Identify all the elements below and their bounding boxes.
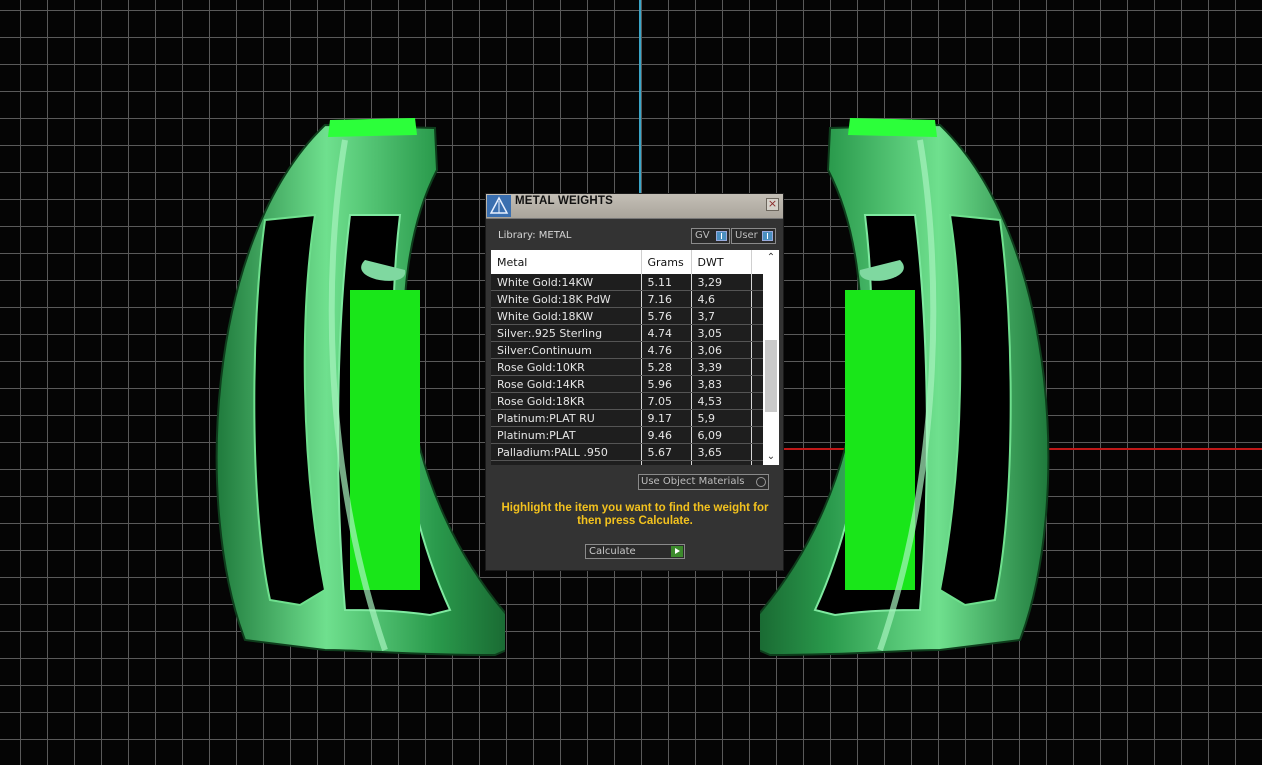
metal-cell: Platinum:PLAT — [491, 426, 642, 444]
grams-cell: 5.11 — [641, 274, 692, 291]
dwt-cell: 3,29 — [691, 274, 752, 291]
ring-model-left[interactable] — [205, 110, 505, 670]
metal-cell: Rose Gold:14KR — [491, 375, 642, 393]
dwt-cell: 3,39 — [691, 358, 752, 376]
gv-toggle[interactable]: GV — [691, 228, 730, 244]
app-logo-icon — [487, 195, 511, 217]
grams-cell: 4.76 — [641, 341, 692, 359]
dwt-cell: 3,83 — [691, 375, 752, 393]
toggle-switch-icon — [716, 231, 727, 241]
column-header-grams[interactable]: Grams — [641, 250, 692, 274]
instruction-text: Highlight the item you want to find the … — [501, 502, 769, 527]
metal-cell: Palladium:PALL .950 — [491, 443, 642, 461]
gv-toggle-label: GV — [695, 230, 710, 241]
metal-cell: Platinum:PLAT RU — [491, 409, 642, 427]
grams-cell: 5.96 — [641, 375, 692, 393]
table-row-partial[interactable] — [491, 460, 764, 465]
grams-cell: 7.05 — [641, 392, 692, 410]
table-row[interactable]: White Gold:18KW 5.76 3,7 — [491, 307, 764, 325]
user-toggle[interactable]: User — [731, 228, 776, 244]
grams-cell: 5.67 — [641, 443, 692, 461]
metal-weights-dialog: METAL WEIGHTS × Library: METAL GV User M… — [485, 193, 784, 571]
table-row[interactable]: Palladium:PALL .950 5.67 3,65 — [491, 443, 764, 461]
ring-model-right[interactable] — [760, 110, 1060, 670]
metal-table: Metal Grams DWT White Gold:14KW 5.11 3,29 … — [491, 250, 764, 465]
metal-cell: White Gold:18K PdW — [491, 290, 642, 308]
column-header-dwt[interactable]: DWT — [691, 250, 752, 274]
table-row[interactable]: Rose Gold:10KR 5.28 3,39 — [491, 358, 764, 376]
metal-cell: White Gold:18KW — [491, 307, 642, 325]
dwt-cell: 3,05 — [691, 324, 752, 342]
dwt-cell: 4,53 — [691, 392, 752, 410]
grams-cell: 9.46 — [641, 426, 692, 444]
use-object-materials-option[interactable]: Use Object Materials — [638, 474, 769, 490]
calculate-button[interactable]: Calculate — [585, 544, 685, 559]
metal-cell: Rose Gold:18KR — [491, 392, 642, 410]
close-icon: × — [767, 197, 778, 210]
scrollbar-thumb[interactable] — [765, 340, 777, 412]
metal-table-container[interactable]: Metal Grams DWT White Gold:14KW 5.11 3,29 … — [491, 250, 779, 465]
table-row[interactable]: Rose Gold:18KR 7.05 4,53 — [491, 392, 764, 410]
use-object-materials-label: Use Object Materials — [641, 476, 745, 487]
play-arrow-icon — [671, 546, 683, 557]
dwt-cell: 3,65 — [691, 443, 752, 461]
table-row[interactable]: Platinum:PLAT RU 9.17 5,9 — [491, 409, 764, 427]
dwt-cell: 3,06 — [691, 341, 752, 359]
calculate-label: Calculate — [589, 546, 636, 557]
metal-cell: White Gold:14KW — [491, 274, 642, 291]
grams-cell: 5.76 — [641, 307, 692, 325]
grams-cell: 5.28 — [641, 358, 692, 376]
y-axis-line — [639, 0, 641, 200]
library-label: Library: METAL — [498, 230, 572, 241]
scroll-up-icon[interactable]: ⌃ — [763, 250, 779, 266]
dialog-title: METAL WEIGHTS — [515, 195, 614, 207]
table-row[interactable]: White Gold:18K PdW 7.16 4,6 — [491, 290, 764, 308]
radio-icon — [756, 477, 766, 487]
dwt-cell: 3,7 — [691, 307, 752, 325]
grams-cell: 9.17 — [641, 409, 692, 427]
table-row[interactable]: Silver:Continuum 4.76 3,06 — [491, 341, 764, 359]
table-row[interactable]: Platinum:PLAT 9.46 6,09 — [491, 426, 764, 444]
table-row[interactable]: White Gold:14KW 5.11 3,29 — [491, 274, 764, 291]
user-toggle-label: User — [735, 230, 758, 241]
column-header-metal[interactable]: Metal — [491, 250, 642, 274]
table-row[interactable]: Rose Gold:14KR 5.96 3,83 — [491, 375, 764, 393]
grams-cell: 4.74 — [641, 324, 692, 342]
dwt-cell: 4,6 — [691, 290, 752, 308]
toggle-switch-icon — [762, 231, 773, 241]
grams-cell: 7.16 — [641, 290, 692, 308]
dialog-titlebar[interactable]: METAL WEIGHTS × — [486, 194, 783, 219]
metal-cell: Silver:.925 Sterling — [491, 324, 642, 342]
column-header-spacer — [751, 250, 764, 274]
scroll-down-icon[interactable]: ⌄ — [763, 449, 779, 465]
table-row[interactable]: Silver:.925 Sterling 4.74 3,05 — [491, 324, 764, 342]
metal-cell: Silver:Continuum — [491, 341, 642, 359]
table-scrollbar[interactable]: ⌃ ⌄ — [763, 250, 779, 465]
metal-cell: Rose Gold:10KR — [491, 358, 642, 376]
dwt-cell: 5,9 — [691, 409, 752, 427]
dwt-cell: 6,09 — [691, 426, 752, 444]
close-button[interactable]: × — [766, 198, 779, 211]
